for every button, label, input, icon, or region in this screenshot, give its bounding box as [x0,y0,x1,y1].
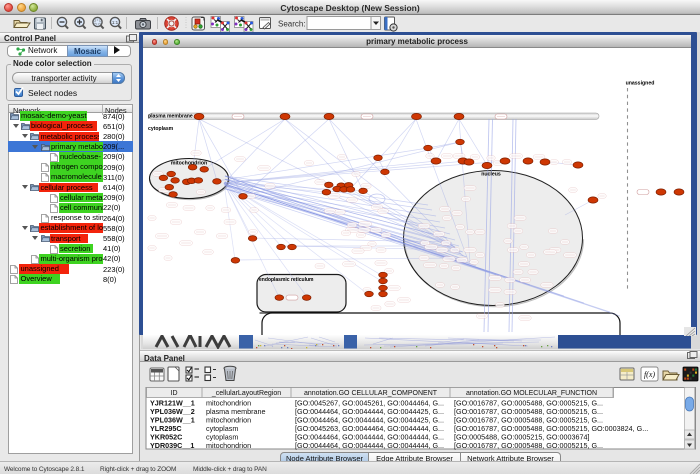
svg-text:endoplasmic reticulum: endoplasmic reticulum [259,277,314,283]
svg-text:_cellularLayoutRegion: _cellularLayoutRegion [211,390,281,397]
svg-text:nucleus: nucleus [481,172,501,178]
svg-text:[GO:0044464, GO:0044444, GO:00: [GO:0044464, GO:0044444, GO:0044444, G..… [295,441,444,450]
svg-text:YDR039C__1: YDR039C__1 [150,441,194,450]
svg-text:annotation.GO CELLULAR_COMPONE: annotation.GO CELLULAR_COMPONENT [304,390,438,397]
svg-text:plasma membrane: plasma membrane [148,113,193,119]
svg-text:cytoplasm: cytoplasm [148,126,174,132]
svg-text:Search:: Search: [278,20,306,29]
svg-text:annotation.GO MOLECULAR_FUNCTI: annotation.GO MOLECULAR_FUNCTION [466,390,597,397]
svg-text:[GO:0016787, GO:0005488, GO:00: [GO:0016787, GO:0005488, GO:0005215, G..… [454,441,603,450]
svg-text:ID: ID [171,390,178,397]
svg-text:mitochondrion: mitochondrion [206,441,251,450]
svg-text:f(x): f(x) [644,370,655,379]
svg-text:1:1: 1:1 [112,20,119,25]
svg-text:unassigned: unassigned [626,81,655,87]
